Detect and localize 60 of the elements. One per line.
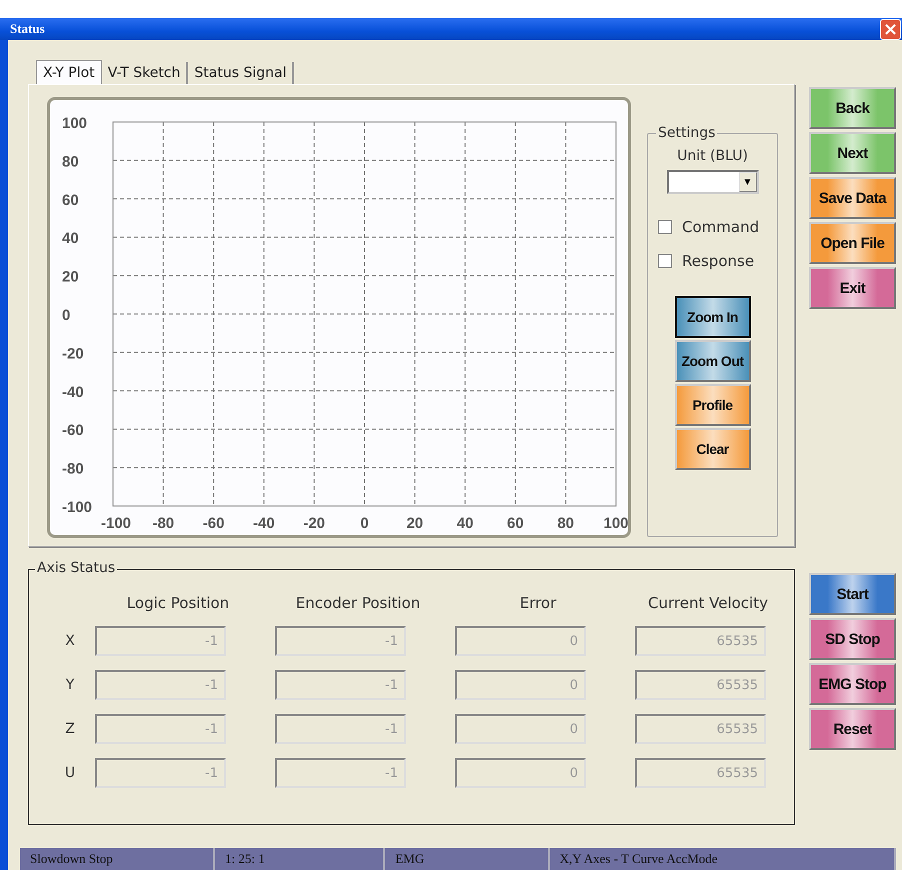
y-tick-label: -80 [62, 460, 84, 478]
x-tick-label: 80 [557, 515, 574, 532]
y-tick-label: -60 [62, 422, 84, 440]
tool-button[interactable]: Clear [674, 428, 750, 470]
status-text: EMG [385, 848, 550, 870]
y-tick-label: 100 [62, 115, 88, 132]
axis-label: Z [64, 720, 76, 739]
y-tick-label: -100 [62, 499, 92, 516]
x-tick-label: 40 [456, 515, 474, 532]
y-tick-label: -20 [62, 345, 84, 362]
action-button[interactable]: Save Data [809, 177, 896, 219]
unit-dropdown[interactable]: ▼ [666, 170, 758, 194]
x-tick-label: -40 [253, 515, 275, 532]
action-button[interactable]: Exit [809, 267, 896, 309]
group-title: Settings [656, 125, 718, 141]
action-button[interactable]: Reset [809, 708, 896, 750]
tool-button[interactable]: Profile [674, 384, 750, 426]
close-button[interactable]: × [880, 18, 901, 40]
axis-label: Y [64, 676, 76, 695]
x-tick-label: 20 [406, 515, 424, 532]
x-tick-label: -80 [152, 515, 174, 532]
checkbox-label[interactable]: Response [682, 252, 754, 270]
tool-button[interactable]: Zoom In [674, 296, 750, 338]
checkbox[interactable] [658, 254, 672, 268]
column-header: Encoder Position [294, 594, 422, 612]
tab[interactable]: V-T Sketch [102, 62, 188, 84]
status-text: 1: 25: 1 [215, 848, 386, 870]
unit-label: Unit (BLU) [677, 148, 748, 164]
tab[interactable]: X-Y Plot [36, 60, 102, 84]
y-tick-label: -40 [62, 384, 84, 401]
x-tick-label: 100 [603, 515, 628, 532]
x-tick-label: -20 [303, 515, 326, 532]
action-button[interactable]: Start [809, 573, 896, 615]
column-header: Logic Position [126, 594, 230, 612]
y-tick-label: 40 [62, 230, 79, 248]
tab[interactable]: Status Signal [188, 62, 294, 84]
axis-label: U [64, 764, 76, 783]
x-tick-label: -100 [100, 515, 132, 532]
action-button[interactable]: EMG Stop [809, 663, 896, 705]
checkbox[interactable] [658, 220, 672, 234]
y-tick-label: 60 [62, 192, 79, 209]
x-tick-label: -60 [202, 515, 224, 532]
y-tick-label: 0 [62, 307, 70, 324]
y-tick-label: 20 [62, 268, 79, 286]
action-button[interactable]: Open File [809, 222, 896, 264]
action-button[interactable]: Next [809, 132, 896, 174]
status-text: Slowdown Stop [20, 848, 216, 870]
action-button[interactable]: SD Stop [809, 618, 896, 660]
tool-button[interactable]: Zoom Out [674, 340, 750, 382]
status-text: X,Y Axes - T Curve AccMode [550, 848, 896, 870]
axis-label: X [64, 632, 76, 651]
x-tick-label: 60 [507, 515, 524, 532]
dropdown-arrow-button[interactable]: ▼ [738, 172, 756, 192]
y-tick-label: 80 [62, 153, 79, 170]
x-tick-label: 0 [360, 515, 369, 532]
checkbox-label[interactable]: Command [682, 218, 760, 236]
column-header: Error [518, 594, 558, 612]
window-title: Status [10, 21, 45, 37]
column-header: Current Velocity [647, 594, 769, 612]
action-button[interactable]: Back [809, 87, 896, 129]
